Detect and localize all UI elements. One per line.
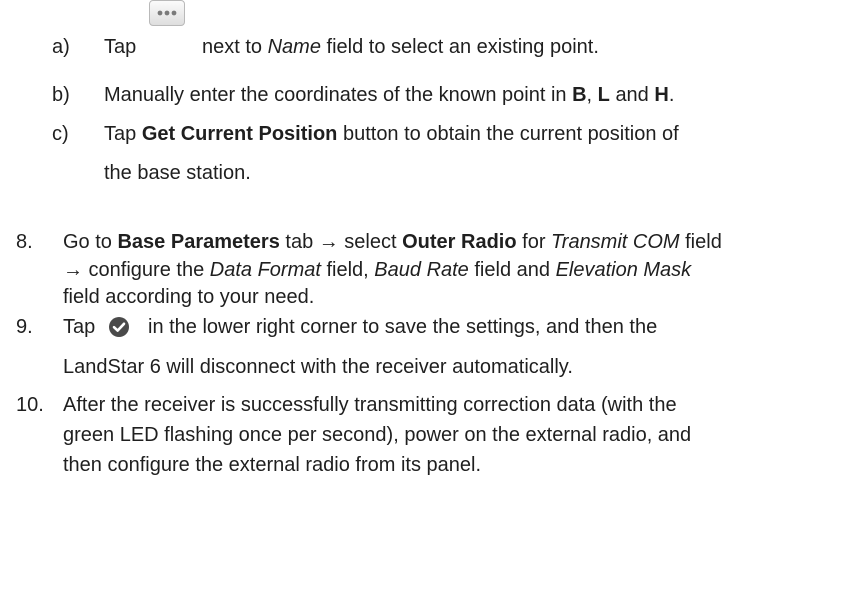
step-9-tap: Tap — [63, 314, 95, 340]
step-8-elevation-mask: Elevation Mask — [555, 259, 692, 281]
step-c-marker-text: c) — [52, 123, 69, 145]
step-c-rest: button to obtain the current position of — [342, 123, 679, 145]
step-8-for: for — [522, 231, 546, 253]
step-8-data-format: Data Format — [209, 259, 321, 281]
step-a-end: field to select an existing point. — [326, 36, 599, 58]
step-10-marker-text: 10. — [16, 394, 44, 416]
step-a-text: Tap — [104, 34, 136, 60]
step-8-line1: Go to Base Parameters tab → select Outer… — [63, 229, 722, 255]
step-c-get-position: Get Current Position — [141, 123, 338, 145]
step-8-line2: → configure the Data Format field, Baud … — [63, 257, 691, 283]
step-a: a) — [52, 34, 70, 60]
step-a-tap: Tap — [104, 36, 137, 58]
step-b-lead: Manually enter the coordinates of the kn… — [104, 84, 567, 106]
more-dots-icon — [149, 0, 185, 26]
step-10-line3-text: then configure the external radio from i… — [63, 454, 482, 476]
step-8-marker: 8. — [16, 229, 33, 255]
step-8-field-and: field and — [474, 259, 550, 281]
step-8-line3: field according to your need. — [63, 284, 314, 310]
step-10-line2-text: green LED flashing once per second), pow… — [63, 424, 692, 446]
step-8-marker-text: 8. — [16, 231, 33, 253]
step-c-marker: c) — [52, 121, 69, 147]
step-9-line1: in the lower right corner to save the se… — [148, 314, 657, 340]
step-a-marker: a) — [52, 36, 70, 58]
step-9-marker: 9. — [16, 314, 33, 340]
step-b-text: Manually enter the coordinates of the kn… — [104, 82, 674, 108]
step-c-tap: Tap — [104, 123, 137, 145]
step-10-marker: 10. — [16, 392, 44, 418]
step-8-base-params: Base Parameters — [117, 231, 280, 253]
step-b-L: L — [597, 84, 610, 106]
step-8-field-comma: field, — [326, 259, 369, 281]
step-10-line1: After the receiver is successfully trans… — [63, 392, 677, 418]
checkmark-circle-icon — [108, 316, 130, 338]
step-9-line2: LandStar 6 will disconnect with the rece… — [63, 354, 573, 380]
step-8-tab-select: tab → select — [285, 231, 397, 253]
step-b-H: H — [654, 84, 669, 106]
more-icon-wrap — [103, 0, 185, 34]
step-8-goto: Go to — [63, 231, 112, 253]
step-9-tap-text: Tap — [63, 316, 96, 338]
step-8-field: field — [685, 231, 722, 253]
step-8-baud-rate: Baud Rate — [374, 259, 469, 281]
step-9-line2-text: LandStar 6 will disconnect with the rece… — [63, 356, 573, 378]
step-10-line2: green LED flashing once per second), pow… — [63, 422, 691, 448]
step-b-marker: b) — [52, 82, 70, 108]
step-8-outer-radio: Outer Radio — [402, 231, 517, 253]
step-b-B: B — [572, 84, 587, 106]
step-8-transmit-com: Transmit COM — [551, 231, 680, 253]
step-b-comma: , — [586, 84, 593, 106]
step-b-marker-text: b) — [52, 84, 70, 106]
step-b-period: . — [668, 84, 675, 106]
step-a-name-field: Name — [267, 36, 321, 58]
step-8-configure: → configure the — [63, 259, 205, 281]
step-a-next-to: next to — [202, 36, 263, 58]
step-a-rest: next to Name field to select an existing… — [202, 34, 599, 60]
step-8-line3-text: field according to your need. — [63, 286, 315, 308]
step-9-line1-text: in the lower right corner to save the se… — [148, 316, 658, 338]
step-c-line2-text: the base station. — [104, 162, 251, 184]
step-10-line3: then configure the external radio from i… — [63, 452, 481, 478]
step-c-line1: Tap Get Current Position button to obtai… — [104, 121, 679, 147]
step-9-marker-text: 9. — [16, 316, 33, 338]
step-10-line1-text: After the receiver is successfully trans… — [63, 394, 677, 416]
step-b-and: and — [615, 84, 649, 106]
step-c-line2: the base station. — [104, 160, 251, 186]
